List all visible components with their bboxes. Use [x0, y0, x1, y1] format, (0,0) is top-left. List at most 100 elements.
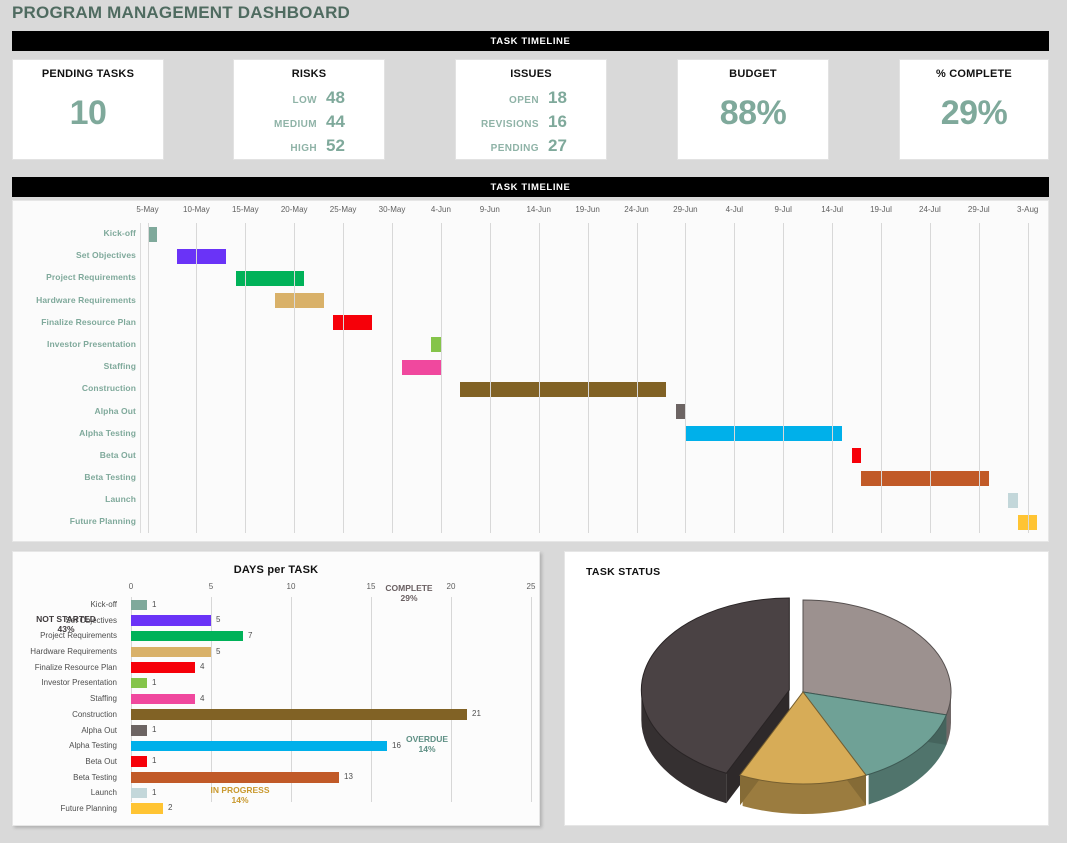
- bar-row: Investor Presentation 1: [13, 675, 539, 691]
- gantt-tick-label: 19-Jun: [575, 205, 600, 214]
- gantt-bar: [176, 248, 226, 264]
- gantt-task-label: Construction: [81, 383, 136, 394]
- bar-rect: [131, 787, 147, 799]
- gantt-task-label: Alpha Testing: [79, 427, 136, 438]
- bar-value-label: 7: [248, 630, 253, 640]
- gantt-gridline: [392, 223, 393, 533]
- bar-category-label: Alpha Out: [81, 725, 117, 735]
- kpi-row-label: REVISIONS: [480, 119, 539, 130]
- bar-value-label: 1: [152, 677, 157, 687]
- gantt-tick-label: 9-Jul: [774, 205, 792, 214]
- bar-rect: [131, 630, 243, 642]
- gantt-row: Staffing: [13, 356, 1048, 378]
- banner-task-timeline-gantt: TASK TIMELINE: [12, 177, 1049, 197]
- kpi-row: LOW 48: [234, 87, 384, 111]
- kpi-title: % COMPLETE: [936, 68, 1012, 80]
- gantt-gridline: [929, 223, 931, 533]
- bar-rect: [131, 662, 195, 673]
- bar-row: Construction 21: [13, 707, 539, 723]
- kpi-row: OPEN 18: [456, 87, 606, 111]
- gantt-tick-label: 24-Jul: [918, 205, 941, 214]
- gantt-gridline: [978, 223, 980, 533]
- gantt-tick-label: 19-Jul: [870, 205, 892, 214]
- bar-value-label: 1: [152, 599, 157, 609]
- gantt-row: Future Planning: [13, 511, 1048, 533]
- gantt-task-label: Hardware Requirements: [36, 294, 136, 305]
- gantt-gridline: [294, 223, 296, 533]
- gantt-gridline: [245, 223, 247, 533]
- kpi-title: PENDING TASKS: [41, 68, 135, 80]
- pie-label-value: 14%: [231, 795, 249, 805]
- gantt-bar: [274, 293, 324, 309]
- gantt-gridline: [1027, 223, 1029, 533]
- bar-rect: [131, 615, 211, 626]
- bar-rect: [131, 740, 387, 752]
- page-title: PROGRAM MANAGEMENT DASHBOARD: [12, 3, 351, 22]
- bar-category-label: Beta Testing: [73, 772, 117, 782]
- gantt-tick-label: 20-May: [280, 205, 308, 214]
- gantt-task-label: Alpha Out: [94, 405, 136, 416]
- bar-tick-label: 10: [286, 582, 296, 591]
- pie-label-name: COMPLETE: [385, 583, 433, 593]
- bar-rect: [131, 693, 195, 705]
- bar-value-label: 4: [200, 662, 205, 672]
- pie-label-value: 29%: [400, 593, 418, 603]
- gantt-task-label: Beta Testing: [84, 472, 136, 483]
- gantt-task-label: Project Requirements: [46, 272, 136, 283]
- task-status-pie: [640, 597, 952, 814]
- banner-label: TASK TIMELINE: [490, 181, 571, 193]
- gantt-task-label: Launch: [105, 494, 136, 505]
- bar-tick-label: 25: [526, 582, 536, 591]
- gantt-bar: [1008, 492, 1018, 508]
- bar-value-label: 13: [344, 772, 353, 782]
- dashboard-root: PROGRAM MANAGEMENT DASHBOARD TASK TIMELI…: [0, 0, 1067, 843]
- kpi-row-label: HIGH: [290, 143, 317, 154]
- gantt-tick-label: 24-Jun: [624, 205, 649, 214]
- gantt-bar: [685, 426, 842, 442]
- kpi-card-pending-tasks: PENDING TASKS 10: [12, 59, 164, 160]
- bar-value-label: 1: [152, 756, 157, 766]
- gantt-bar: [333, 315, 373, 331]
- kpi-row-list: OPEN 18 REVISIONS 16 PENDING 27: [456, 87, 606, 159]
- gantt-gridline: [832, 223, 834, 533]
- bar-rect: [131, 646, 211, 658]
- gantt-task-label: Set Objectives: [76, 250, 136, 261]
- bar-category-label: Hardware Requirements: [30, 647, 117, 657]
- kpi-row-label: MEDIUM: [274, 119, 317, 130]
- gantt-bar: [431, 337, 441, 353]
- kpi-title: RISKS: [291, 68, 327, 80]
- gantt-row: Beta Testing: [13, 467, 1048, 489]
- days-per-task-title: DAYS per TASK: [233, 564, 319, 576]
- bar-rect: [131, 756, 147, 767]
- gantt-task-label: Kick-off: [103, 228, 136, 238]
- pie-label-overdue: OVERDUE 14%: [378, 734, 476, 754]
- gantt-row: Set Objectives: [13, 245, 1048, 267]
- kpi-value: 10: [69, 94, 107, 132]
- bar-rect: [131, 772, 339, 783]
- gantt-gridline: [343, 223, 345, 533]
- gantt-tick-label: 14-Jul: [821, 205, 843, 214]
- gantt-task-label: Finalize Resource Plan: [41, 316, 136, 327]
- gantt-gridline: [685, 223, 687, 533]
- gantt-gridline: [538, 223, 540, 533]
- gantt-tick-label: 14-Jun: [526, 205, 551, 214]
- gantt-bar: [460, 381, 666, 397]
- kpi-row-label: OPEN: [509, 95, 539, 106]
- bar-rect: [131, 709, 467, 720]
- pie-label-name: NOT STARTED: [36, 614, 96, 624]
- gantt-chart-panel: 5-May 10-May 15-May 20-May 25-May 30-May 4-Jun…: [12, 200, 1049, 542]
- bar-tick-label: 5: [208, 582, 214, 591]
- bar-row: Beta Testing 13: [13, 770, 539, 786]
- gantt-tick-label: 5-May: [136, 205, 159, 214]
- kpi-row: REVISIONS 16: [456, 111, 606, 135]
- gantt-axis: 5-May 10-May 15-May 20-May 25-May 30-May 4-Jun…: [13, 201, 1048, 223]
- gantt-tick-label: 29-Jul: [967, 205, 990, 214]
- bar-rect: [131, 725, 147, 736]
- pie-label-not-started: NOT STARTED 43%: [12, 614, 120, 634]
- bar-category-label: Kick-off: [90, 600, 117, 609]
- kpi-title: ISSUES: [510, 68, 552, 80]
- pie-label-in-progress: IN PROGRESS 14%: [180, 785, 300, 805]
- bar-value-label: 21: [472, 709, 481, 719]
- kpi-row-value: 48: [326, 88, 345, 107]
- kpi-row-value: 27: [548, 136, 567, 155]
